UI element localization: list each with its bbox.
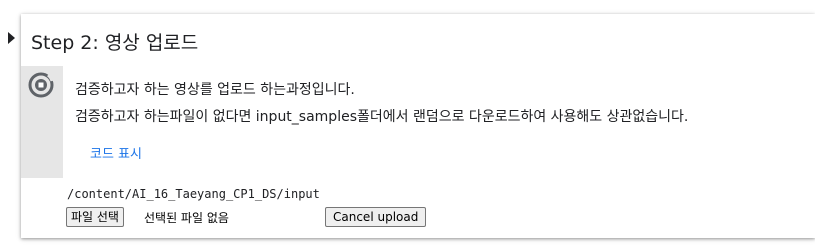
cell-title: Step 2: 영상 업로드 bbox=[31, 32, 199, 54]
run-cell-icon[interactable] bbox=[27, 71, 55, 99]
show-code-link[interactable]: 코드 표시 bbox=[90, 143, 142, 162]
notebook-page: Step 2: 영상 업로드 검증하고자 하는 영상를 업로드 하는과정입니다.… bbox=[0, 0, 815, 251]
notebook-cell: Step 2: 영상 업로드 검증하고자 하는 영상를 업로드 하는과정입니다.… bbox=[21, 14, 815, 238]
cancel-upload-button[interactable]: Cancel upload bbox=[325, 207, 427, 227]
output-path-text: /content/AI_16_Taeyang_CP1_DS/input bbox=[67, 187, 320, 201]
file-status-text: 선택된 파일 없음 bbox=[144, 211, 229, 225]
markdown-line-2: 검증하고자 하는파일이 없다면 input_samples폴더에서 랜덤으로 다… bbox=[75, 109, 689, 125]
markdown-line-1: 검증하고자 하는 영상를 업로드 하는과정입니다. bbox=[75, 82, 355, 98]
triangle-right-icon[interactable] bbox=[8, 32, 15, 44]
choose-file-button[interactable]: 파일 선택 bbox=[66, 207, 124, 227]
text-cell: 검증하고자 하는 영상를 업로드 하는과정입니다. 검증하고자 하는파일이 없다… bbox=[21, 66, 815, 178]
cell-gutter bbox=[21, 66, 63, 178]
